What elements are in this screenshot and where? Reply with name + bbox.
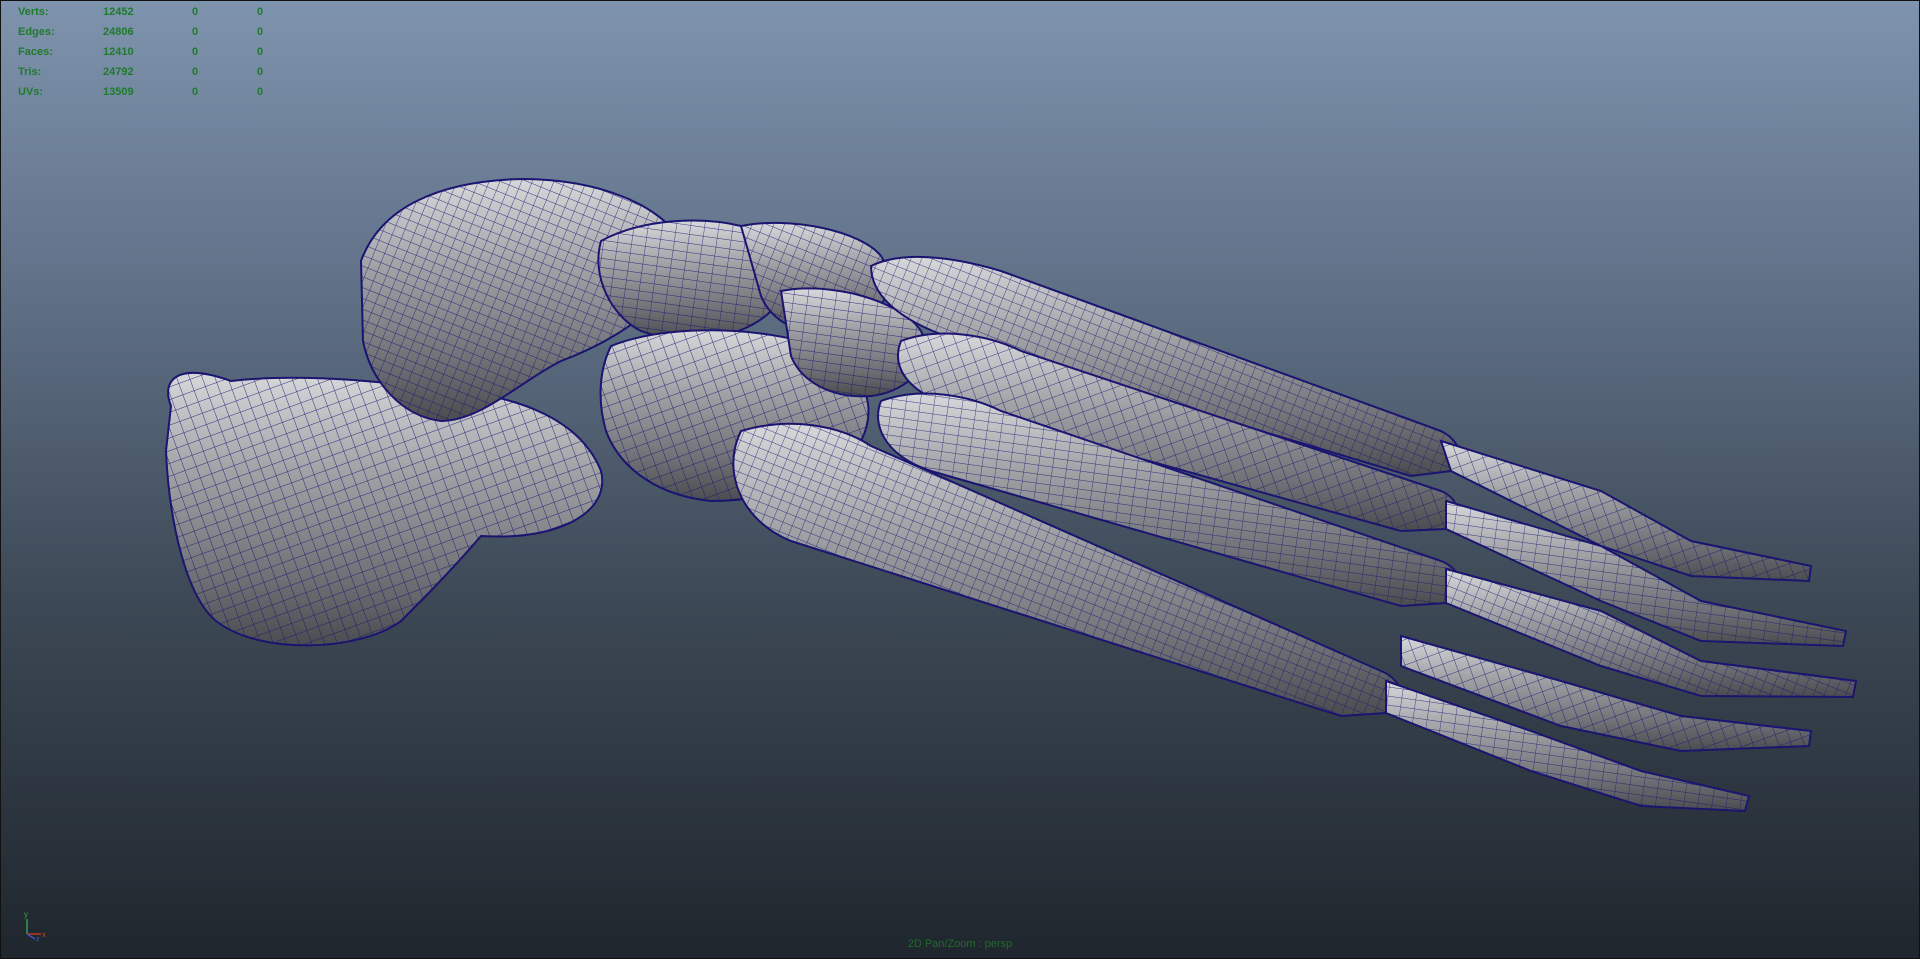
foot-skeleton-wireframe-model[interactable]: [1, 1, 1919, 958]
camera-name-label: 2D Pan/Zoom : persp: [907, 938, 1013, 950]
axis-y-label: y: [24, 910, 28, 919]
xyz-axis-indicator-icon: y x z: [24, 910, 46, 941]
calcaneus-bone[interactable]: [164, 371, 604, 647]
toe-phalanges[interactable]: [1385, 439, 1858, 813]
maya-3d-viewport[interactable]: Verts: 12452 0 0 Edges: 24806 0 0 Faces:…: [0, 0, 1920, 959]
